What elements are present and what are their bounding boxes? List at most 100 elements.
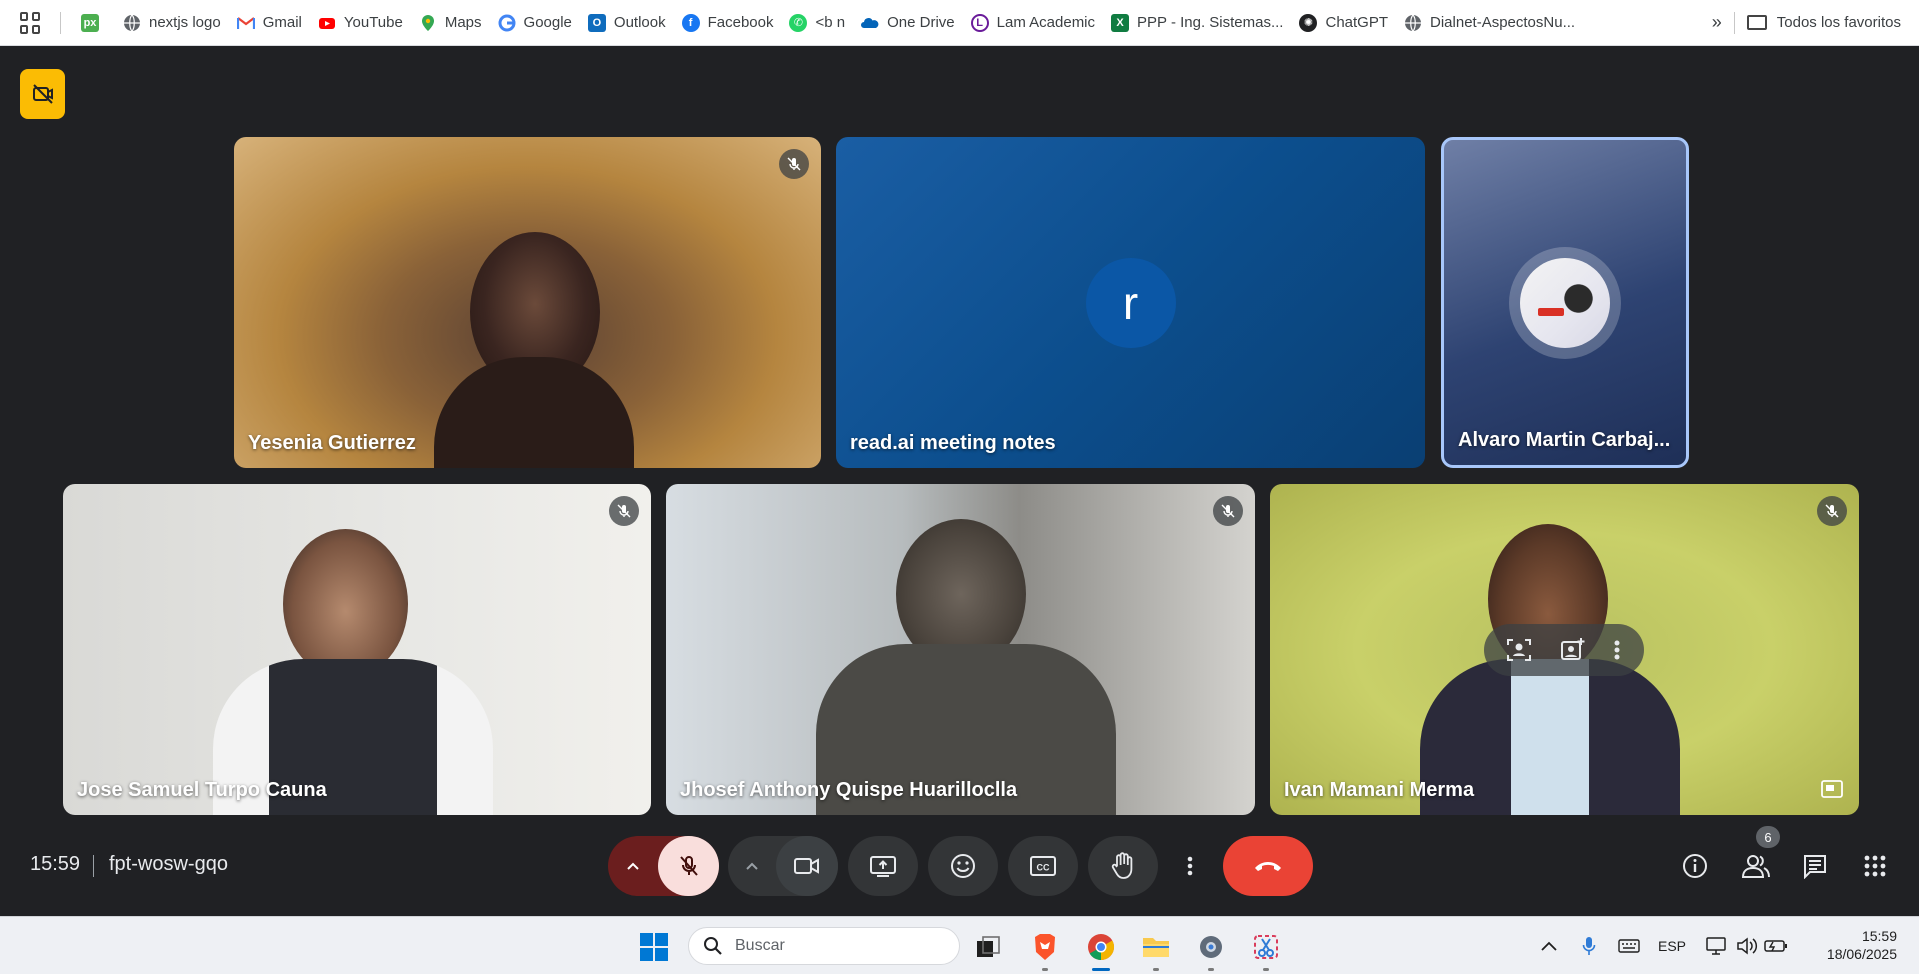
volume-icon[interactable] — [1736, 936, 1758, 956]
settings-app[interactable] — [1193, 929, 1229, 971]
microphone-icon[interactable] — [1582, 936, 1596, 956]
bookmark-label: One Drive — [887, 14, 955, 31]
bookmark-maps[interactable]: Maps — [411, 8, 490, 38]
keyboard-icon[interactable] — [1618, 939, 1640, 953]
captions-button[interactable]: CC — [1008, 836, 1078, 896]
participant-tile-active-speaker[interactable]: Alvaro Martin Carbaj... — [1441, 137, 1689, 468]
leave-call-button[interactable] — [1223, 836, 1313, 896]
bookmark-label: Dialnet-AspectosNu... — [1430, 14, 1576, 31]
participant-tile[interactable]: r read.ai meeting notes — [836, 137, 1425, 468]
start-button[interactable] — [636, 929, 672, 965]
mic-off-icon — [609, 496, 639, 526]
bookmark-dialnet[interactable]: Dialnet-AspectosNu... — [1396, 8, 1583, 38]
people-button[interactable] — [1736, 846, 1776, 886]
present-screen-button[interactable] — [848, 836, 918, 896]
more-options-icon[interactable] — [1612, 637, 1622, 663]
mic-toggle-button[interactable] — [658, 836, 719, 896]
more-vertical-icon — [1187, 856, 1193, 876]
camera-blocked-badge[interactable] — [20, 69, 65, 119]
emoji-icon — [951, 854, 975, 878]
bookmark-label: nextjs logo — [149, 14, 221, 31]
chat-button[interactable] — [1795, 846, 1835, 886]
hand-icon — [1111, 852, 1133, 879]
apps-grid-icon[interactable] — [20, 11, 42, 34]
participant-name: Yesenia Gutierrez — [248, 432, 416, 454]
scissors-icon — [1254, 935, 1278, 959]
system-time: 15:59 — [1861, 928, 1897, 944]
snipping-tool-app[interactable] — [1248, 929, 1284, 971]
video-settings-chevron-icon[interactable] — [728, 861, 776, 871]
bookmark-lam-academic[interactable]: L Lam Academic — [963, 8, 1103, 38]
meeting-code: fpt-wosw-gqo — [109, 853, 228, 875]
running-indicator — [1263, 968, 1269, 971]
participant-name: Alvaro Martin Carbaj... — [1458, 429, 1671, 451]
google-icon — [498, 14, 516, 31]
bookmark-label: Lam Academic — [996, 14, 1096, 31]
bookmark-onedrive[interactable]: One Drive — [853, 8, 963, 38]
search-icon — [704, 937, 722, 955]
outlook-icon: O — [587, 13, 606, 32]
youtube-icon — [318, 17, 335, 29]
bookmark-gmail[interactable]: Gmail — [229, 8, 310, 38]
globe-icon — [1405, 14, 1422, 31]
bookmark-facebook[interactable]: f Facebook — [674, 8, 782, 38]
videocam-icon — [794, 858, 819, 874]
bookmark-px[interactable]: px — [73, 8, 115, 38]
running-indicator — [1042, 968, 1048, 971]
participant-tile[interactable]: Yesenia Gutierrez — [234, 137, 821, 468]
search-placeholder: Buscar — [735, 937, 785, 954]
display-network-icon[interactable] — [1706, 936, 1728, 956]
bookmark-nextjs-logo[interactable]: nextjs logo — [115, 8, 229, 38]
participant-name: Ivan Mamani Merma — [1284, 779, 1475, 801]
gmail-icon — [236, 16, 255, 29]
running-indicator — [1208, 968, 1214, 971]
bookmark-outlook[interactable]: O Outlook — [580, 8, 674, 38]
globe-icon — [124, 14, 140, 31]
windows-logo-icon — [640, 933, 668, 961]
chatgpt-icon: ✺ — [1299, 13, 1318, 32]
audio-settings-chevron-icon[interactable] — [608, 836, 658, 896]
all-favorites-folder[interactable]: Todos los favoritos — [1746, 14, 1919, 31]
more-bookmarks-button[interactable]: » — [1700, 12, 1734, 33]
bookmarks-bar: px nextjs logo Gmail YouTube Maps Google… — [0, 0, 1919, 46]
activities-button[interactable] — [1855, 846, 1895, 886]
picture-in-picture-icon[interactable] — [1817, 776, 1847, 802]
bookmark-google[interactable]: Google — [490, 8, 580, 38]
battery-icon[interactable] — [1764, 938, 1788, 954]
camera-off-icon — [32, 84, 53, 104]
input-language-indicator[interactable]: ESP — [1658, 938, 1686, 954]
svg-text:CC: CC — [1037, 863, 1050, 873]
participant-name: Jose Samuel Turpo Cauna — [77, 779, 327, 801]
chrome-browser-app[interactable] — [1083, 929, 1119, 971]
bookmark-ppp-sistemas[interactable]: X PPP - Ing. Sistemas... — [1103, 8, 1291, 38]
more-options-button[interactable] — [1170, 836, 1210, 896]
bookmark-youtube[interactable]: YouTube — [310, 8, 411, 38]
folder-icon — [1143, 938, 1169, 957]
chat-icon — [1804, 855, 1826, 879]
brave-browser-app[interactable] — [1027, 929, 1063, 971]
bookmark-whatsapp[interactable]: ✆ <b n — [781, 8, 853, 38]
lam-icon: L — [970, 13, 989, 32]
avatar — [1509, 246, 1621, 359]
participant-tile[interactable]: Jhosef Anthony Quispe Huarilloclla — [666, 484, 1255, 815]
call-end-icon — [1255, 862, 1281, 871]
brave-icon — [1035, 934, 1055, 960]
file-explorer-app[interactable] — [1138, 929, 1174, 971]
reactions-button[interactable] — [928, 836, 998, 896]
bookmark-chatgpt[interactable]: ✺ ChatGPT — [1291, 8, 1396, 38]
frame-person-icon[interactable] — [1506, 637, 1532, 663]
microphone-controls — [608, 836, 719, 896]
system-clock[interactable]: 15:59 18/06/2025 — [1827, 927, 1897, 963]
participant-tile[interactable]: Jose Samuel Turpo Cauna — [63, 484, 651, 815]
raise-hand-button[interactable] — [1088, 836, 1158, 896]
chevron-up-icon[interactable] — [1540, 940, 1558, 952]
closed-captions-icon: CC — [1030, 856, 1056, 876]
bookmark-label: PPP - Ing. Sistemas... — [1137, 14, 1284, 31]
task-view-button[interactable] — [970, 929, 1006, 965]
windows-taskbar: Buscar ESP 15:59 18/06/2025 — [0, 916, 1919, 974]
participant-name: Jhosef Anthony Quispe Huarilloclla — [680, 779, 1018, 801]
meeting-details-button[interactable] — [1675, 846, 1715, 886]
taskbar-search[interactable]: Buscar — [688, 927, 960, 965]
add-to-screen-icon[interactable] — [1559, 637, 1585, 663]
camera-toggle-button[interactable] — [776, 836, 838, 896]
